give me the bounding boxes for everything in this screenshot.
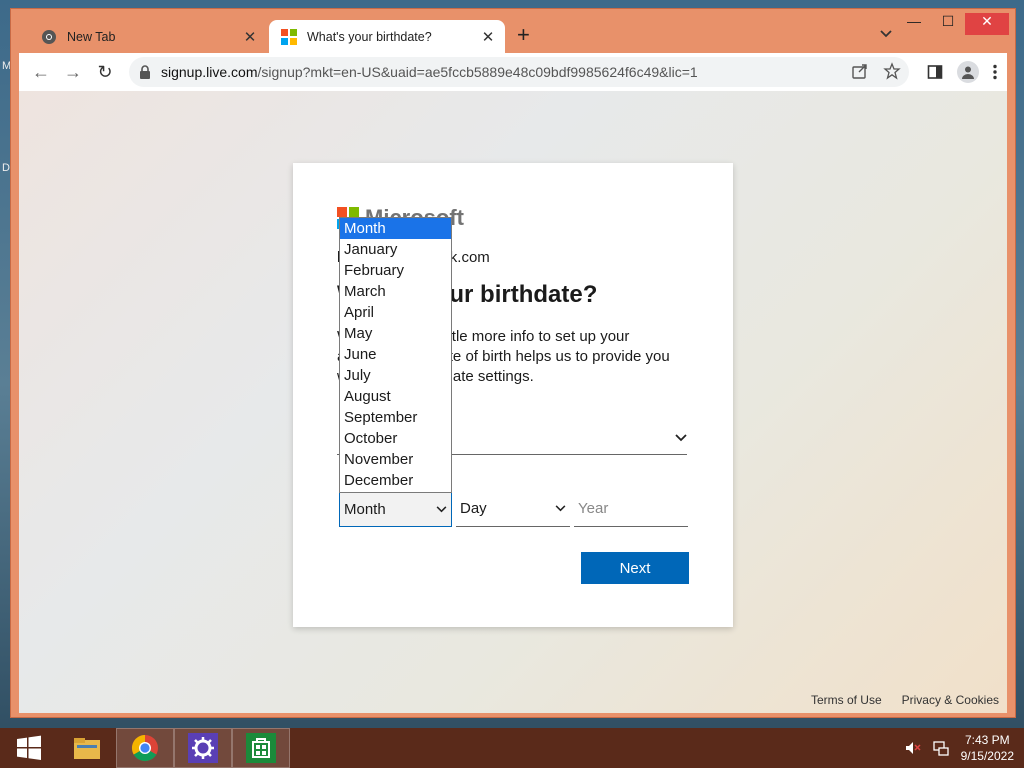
- tab-strip: New Tab ✕ What's your birthdate? ✕ + — ☐…: [11, 9, 1015, 53]
- url-host: signup.live.com: [161, 64, 258, 80]
- tab-search-chevron-icon[interactable]: [879, 27, 893, 41]
- tab-birthdate[interactable]: What's your birthdate? ✕: [269, 20, 505, 53]
- signup-card: Microsoft kwcyslfn@outlook.com What's yo…: [293, 163, 733, 627]
- back-icon[interactable]: ←: [25, 62, 57, 83]
- menu-kebab-icon[interactable]: [993, 64, 997, 80]
- url-path: /signup?mkt=en-US&uaid=ae5fccb5889e48c09…: [257, 64, 698, 80]
- privacy-cookies-link[interactable]: Privacy & Cookies: [902, 693, 999, 707]
- chevron-down-icon: [436, 505, 447, 512]
- minimize-icon[interactable]: —: [897, 13, 931, 35]
- month-option[interactable]: September: [340, 407, 451, 428]
- month-option[interactable]: July: [340, 365, 451, 386]
- page-content: Microsoft kwcyslfn@outlook.com What's yo…: [19, 91, 1007, 713]
- birth-day-value: Day: [460, 500, 487, 517]
- month-option[interactable]: May: [340, 323, 451, 344]
- reload-icon[interactable]: ↻: [89, 62, 121, 83]
- side-panel-icon[interactable]: [927, 64, 943, 80]
- month-dropdown-list: Month January February March April May J…: [339, 217, 452, 493]
- birth-year-input[interactable]: Year: [574, 491, 688, 527]
- tab-label: What's your birthdate?: [307, 29, 432, 44]
- chevron-down-icon: [555, 505, 566, 512]
- maximize-icon[interactable]: ☐: [931, 13, 965, 35]
- network-icon[interactable]: [932, 740, 949, 756]
- month-option[interactable]: June: [340, 344, 451, 365]
- omnibox-actions: [851, 62, 901, 80]
- tab-label: New Tab: [67, 29, 116, 44]
- close-tab-icon[interactable]: ✕: [477, 28, 499, 46]
- start-button[interactable]: [0, 728, 58, 768]
- desktop-edge-glyph: D: [2, 162, 10, 174]
- address-bar[interactable]: signup.live.com/signup?mkt=en-US&uaid=ae…: [129, 57, 909, 87]
- taskbar-file-explorer[interactable]: [58, 728, 116, 768]
- file-explorer-icon: [74, 738, 100, 759]
- window-controls: — ☐ ✕: [897, 13, 1009, 35]
- taskbar: 7:43 PM 9/15/2022: [0, 728, 1024, 768]
- clock-date: 9/15/2022: [960, 749, 1014, 763]
- birth-month-select[interactable]: Month: [339, 491, 452, 527]
- lock-icon: [140, 65, 150, 79]
- store-icon: [246, 733, 276, 763]
- chevron-down-icon: [675, 433, 687, 441]
- tab-new-tab[interactable]: New Tab ✕: [29, 20, 267, 53]
- footer-links: Terms of Use Privacy & Cookies: [811, 693, 999, 707]
- new-tab-icon[interactable]: +: [517, 23, 530, 47]
- browser-window: New Tab ✕ What's your birthdate? ✕ + — ☐…: [10, 8, 1016, 718]
- month-option[interactable]: April: [340, 302, 451, 323]
- close-tab-icon[interactable]: ✕: [239, 28, 261, 46]
- chrome-icon: [131, 734, 158, 762]
- system-tray: 7:43 PM 9/15/2022: [905, 732, 1014, 764]
- birth-day-select[interactable]: Day: [456, 491, 570, 527]
- microsoft-favicon-icon: [281, 28, 297, 45]
- profile-icon: [962, 66, 974, 79]
- clock[interactable]: 7:43 PM 9/15/2022: [961, 732, 1014, 764]
- forward-icon[interactable]: →: [57, 62, 89, 83]
- url-text: signup.live.com/signup?mkt=en-US&uaid=ae…: [161, 64, 909, 80]
- volume-muted-icon[interactable]: [905, 740, 921, 756]
- month-option[interactable]: November: [340, 449, 451, 470]
- profile-avatar[interactable]: [957, 61, 979, 83]
- month-option[interactable]: January: [340, 239, 451, 260]
- share-icon[interactable]: [851, 62, 869, 80]
- month-option[interactable]: February: [340, 260, 451, 281]
- taskbar-settings[interactable]: [174, 728, 232, 768]
- taskbar-store[interactable]: [232, 728, 290, 768]
- month-option[interactable]: March: [340, 281, 451, 302]
- browser-toolbar: ← → ↻ signup.live.com/signup?mkt=en-US&u…: [19, 53, 1007, 91]
- month-option[interactable]: Month: [340, 218, 451, 239]
- toolbar-right: [927, 61, 997, 83]
- close-window-icon[interactable]: ✕: [965, 13, 1009, 35]
- month-option[interactable]: October: [340, 428, 451, 449]
- next-button[interactable]: Next: [581, 552, 689, 584]
- month-option[interactable]: August: [340, 386, 451, 407]
- bookmark-star-icon[interactable]: [883, 62, 901, 80]
- settings-gear-icon: [188, 733, 218, 763]
- month-option[interactable]: December: [340, 470, 451, 491]
- terms-of-use-link[interactable]: Terms of Use: [811, 693, 882, 707]
- birthdate-fields: Month Day Year: [339, 491, 688, 527]
- windows-start-icon: [17, 735, 41, 760]
- birth-year-placeholder: Year: [578, 500, 609, 517]
- chrome-icon: [42, 29, 56, 44]
- taskbar-chrome[interactable]: [116, 728, 174, 768]
- birth-month-value: Month: [344, 500, 386, 518]
- clock-time: 7:43 PM: [964, 733, 1010, 747]
